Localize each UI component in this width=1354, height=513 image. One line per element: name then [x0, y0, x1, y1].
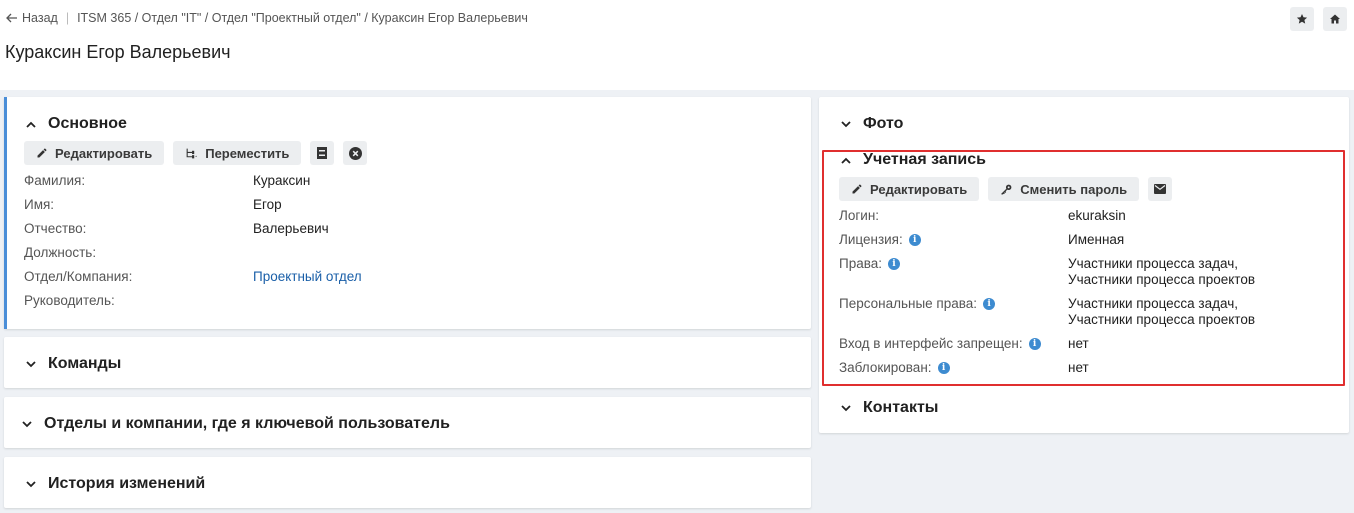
field-value-patronymic: Валерьевич: [253, 221, 329, 236]
star-icon: [1296, 14, 1308, 24]
contacts-section-header[interactable]: Контакты: [841, 399, 938, 417]
edit-button[interactable]: Редактировать: [24, 141, 165, 165]
breadcrumb-separator: |: [65, 11, 70, 25]
archive-icon: [317, 147, 328, 159]
photo-section-header[interactable]: Фото: [841, 115, 903, 133]
departments-card-title: Отделы и компании, где я ключевой пользо…: [44, 415, 450, 432]
account-label-personal-rights: Персональные права: i: [839, 296, 996, 311]
chevron-up-icon: [26, 121, 36, 128]
right-card: Фото Учетная запись Редактировать Сменит…: [819, 97, 1349, 433]
main-card: Основное Редактировать Переместить Фамил…: [4, 97, 811, 329]
account-section-title: Учетная запись: [863, 151, 986, 168]
info-icon[interactable]: i: [983, 297, 996, 310]
account-value-license: Именная: [1068, 232, 1125, 247]
info-icon[interactable]: i: [888, 257, 900, 270]
info-icon[interactable]: i: [937, 361, 950, 374]
move-button-label: Переместить: [205, 145, 290, 161]
page-title: Кураксин Егор Валерьевич: [5, 42, 231, 62]
info-icon[interactable]: i: [1028, 337, 1041, 350]
account-label-login-denied-text: Вход в интерфейс запрещен:: [839, 336, 1023, 351]
account-label-rights: Права: i: [839, 256, 900, 271]
account-label-personal-rights-text: Персональные права:: [839, 296, 978, 311]
home-button[interactable]: [1323, 7, 1347, 31]
contacts-section-title: Контакты: [863, 399, 939, 416]
chevron-down-icon: [26, 360, 36, 367]
account-section-header[interactable]: Учетная запись: [841, 151, 986, 169]
field-label-firstname: Имя:: [24, 197, 55, 212]
department-link[interactable]: Проектный отдел: [253, 269, 362, 285]
account-label-blocked-text: Заблокирован:: [839, 360, 932, 375]
change-password-button[interactable]: Сменить пароль: [988, 177, 1140, 201]
info-icon[interactable]: i: [908, 233, 921, 246]
archive-button[interactable]: [310, 141, 335, 165]
account-value-rights-line1: Участники процесса задач,: [1068, 256, 1238, 271]
account-label-license: Лицензия: i: [839, 232, 921, 247]
field-label-department: Отдел/Компания:: [24, 269, 133, 284]
field-value-lastname: Кураксин: [253, 173, 311, 188]
chevron-down-icon: [26, 480, 36, 487]
chevron-down-icon: [841, 120, 851, 127]
account-value-rights-line2: Участники процесса проектов: [1068, 272, 1256, 287]
chevron-down-icon: [841, 404, 851, 411]
account-value-blocked: нет: [1068, 360, 1089, 375]
mail-icon: [1154, 184, 1167, 194]
delete-button[interactable]: [343, 141, 368, 165]
breadcrumb: Назад | ITSM 365 / Отдел "IT" / Отдел "П…: [6, 11, 528, 25]
back-link[interactable]: Назад: [6, 11, 58, 25]
teams-card-title: Команды: [48, 355, 122, 372]
history-card[interactable]: История изменений: [4, 457, 811, 508]
history-card-title: История изменений: [48, 475, 206, 492]
favorite-button[interactable]: [1290, 7, 1314, 31]
move-button[interactable]: Переместить: [173, 141, 302, 165]
account-value-personal-rights-line1: Участники процесса задач,: [1068, 296, 1238, 311]
departments-card[interactable]: Отделы и компании, где я ключевой пользо…: [4, 397, 811, 448]
teams-card[interactable]: Команды: [4, 337, 811, 388]
field-label-position: Должность:: [24, 245, 97, 260]
photo-section-title: Фото: [863, 115, 904, 132]
teams-card-header[interactable]: Команды: [26, 355, 121, 373]
active-card-accent: [4, 97, 7, 329]
arrow-left-icon: [6, 13, 17, 23]
account-label-login: Логин:: [839, 208, 880, 223]
account-label-rights-text: Права:: [839, 256, 882, 271]
main-card-header[interactable]: Основное: [26, 115, 127, 133]
pencil-icon: [852, 184, 862, 194]
pencil-icon: [37, 148, 47, 158]
back-label: Назад: [22, 11, 58, 25]
chevron-down-icon: [22, 420, 32, 427]
close-circle-icon: [348, 146, 362, 160]
account-label-license-text: Лицензия:: [839, 232, 903, 247]
field-label-patronymic: Отчество:: [24, 221, 87, 236]
tree-move-icon: [186, 148, 198, 158]
account-edit-button[interactable]: Редактировать: [839, 177, 980, 201]
field-value-firstname: Егор: [253, 197, 282, 212]
account-value-login-denied: нет: [1068, 336, 1089, 351]
account-edit-label: Редактировать: [870, 181, 968, 197]
top-bar: Назад | ITSM 365 / Отдел "IT" / Отдел "П…: [0, 0, 1354, 90]
main-card-title: Основное: [48, 115, 127, 132]
key-icon: [1001, 184, 1012, 195]
home-icon: [1330, 14, 1340, 24]
account-label-blocked: Заблокирован: i: [839, 360, 950, 375]
change-password-label: Сменить пароль: [1020, 181, 1128, 197]
account-value-login: ekuraksin: [1068, 208, 1126, 223]
account-value-personal-rights-line2: Участники процесса проектов: [1068, 312, 1256, 327]
breadcrumb-path[interactable]: ITSM 365 / Отдел "IT" / Отдел "Проектный…: [77, 11, 528, 25]
departments-card-header[interactable]: Отделы и компании, где я ключевой пользо…: [22, 415, 450, 433]
send-mail-button[interactable]: [1148, 177, 1173, 201]
edit-button-label: Редактировать: [55, 145, 153, 161]
history-card-header[interactable]: История изменений: [26, 475, 205, 493]
field-label-manager: Руководитель:: [24, 293, 115, 308]
field-label-lastname: Фамилия:: [24, 173, 86, 188]
account-label-login-denied: Вход в интерфейс запрещен: i: [839, 336, 1041, 351]
chevron-up-icon: [841, 157, 851, 164]
